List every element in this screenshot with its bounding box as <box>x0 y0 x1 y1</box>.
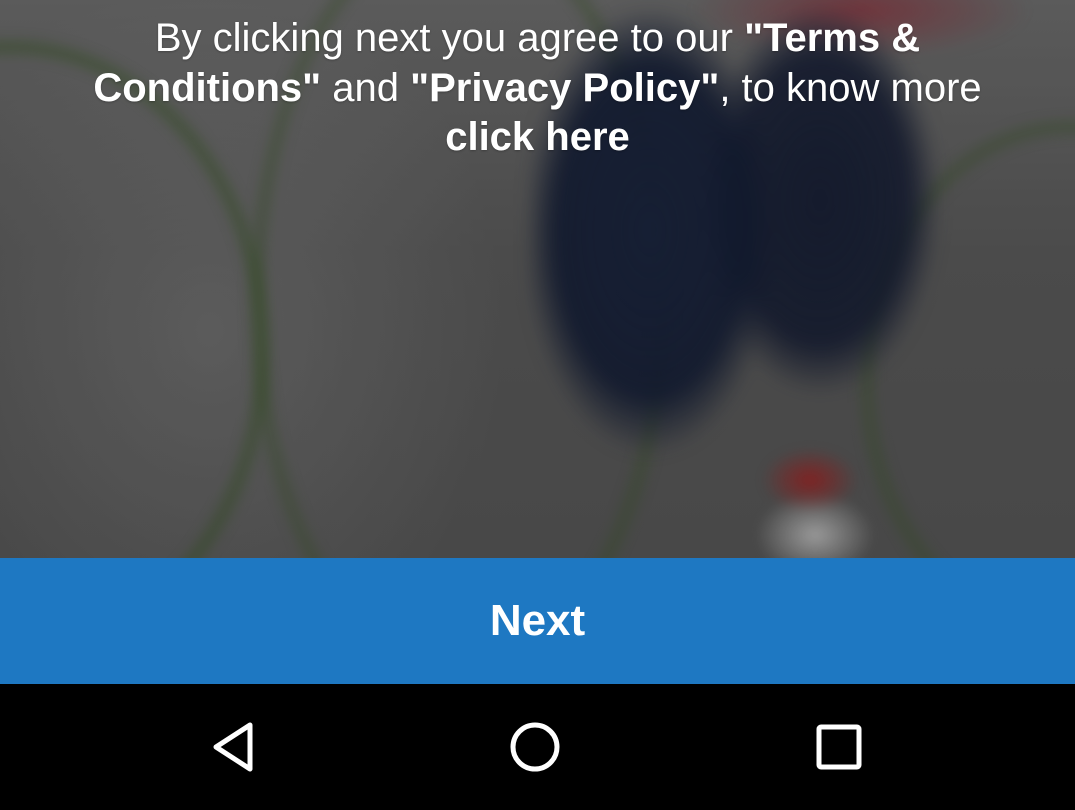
recents-button[interactable] <box>779 702 899 792</box>
privacy-policy-link[interactable]: "Privacy Policy" <box>410 66 719 110</box>
terms-notice: By clicking next you agree to our "Terms… <box>60 14 1015 163</box>
next-button-label: Next <box>489 596 586 645</box>
home-circle-icon <box>510 722 560 772</box>
notice-text: By clicking next you agree to our <box>154 16 745 60</box>
click-here-link[interactable]: click here <box>445 115 630 159</box>
back-triangle-icon <box>213 722 253 772</box>
notice-text: , to know more <box>719 65 982 110</box>
back-button[interactable] <box>173 702 293 792</box>
screen: By clicking next you agree to our "Terms… <box>0 0 1075 810</box>
system-navigation-bar <box>0 684 1075 810</box>
notice-text: and <box>321 65 411 110</box>
recents-square-icon <box>816 724 862 770</box>
next-button[interactable]: Next <box>0 558 1075 684</box>
home-button[interactable] <box>475 702 595 792</box>
